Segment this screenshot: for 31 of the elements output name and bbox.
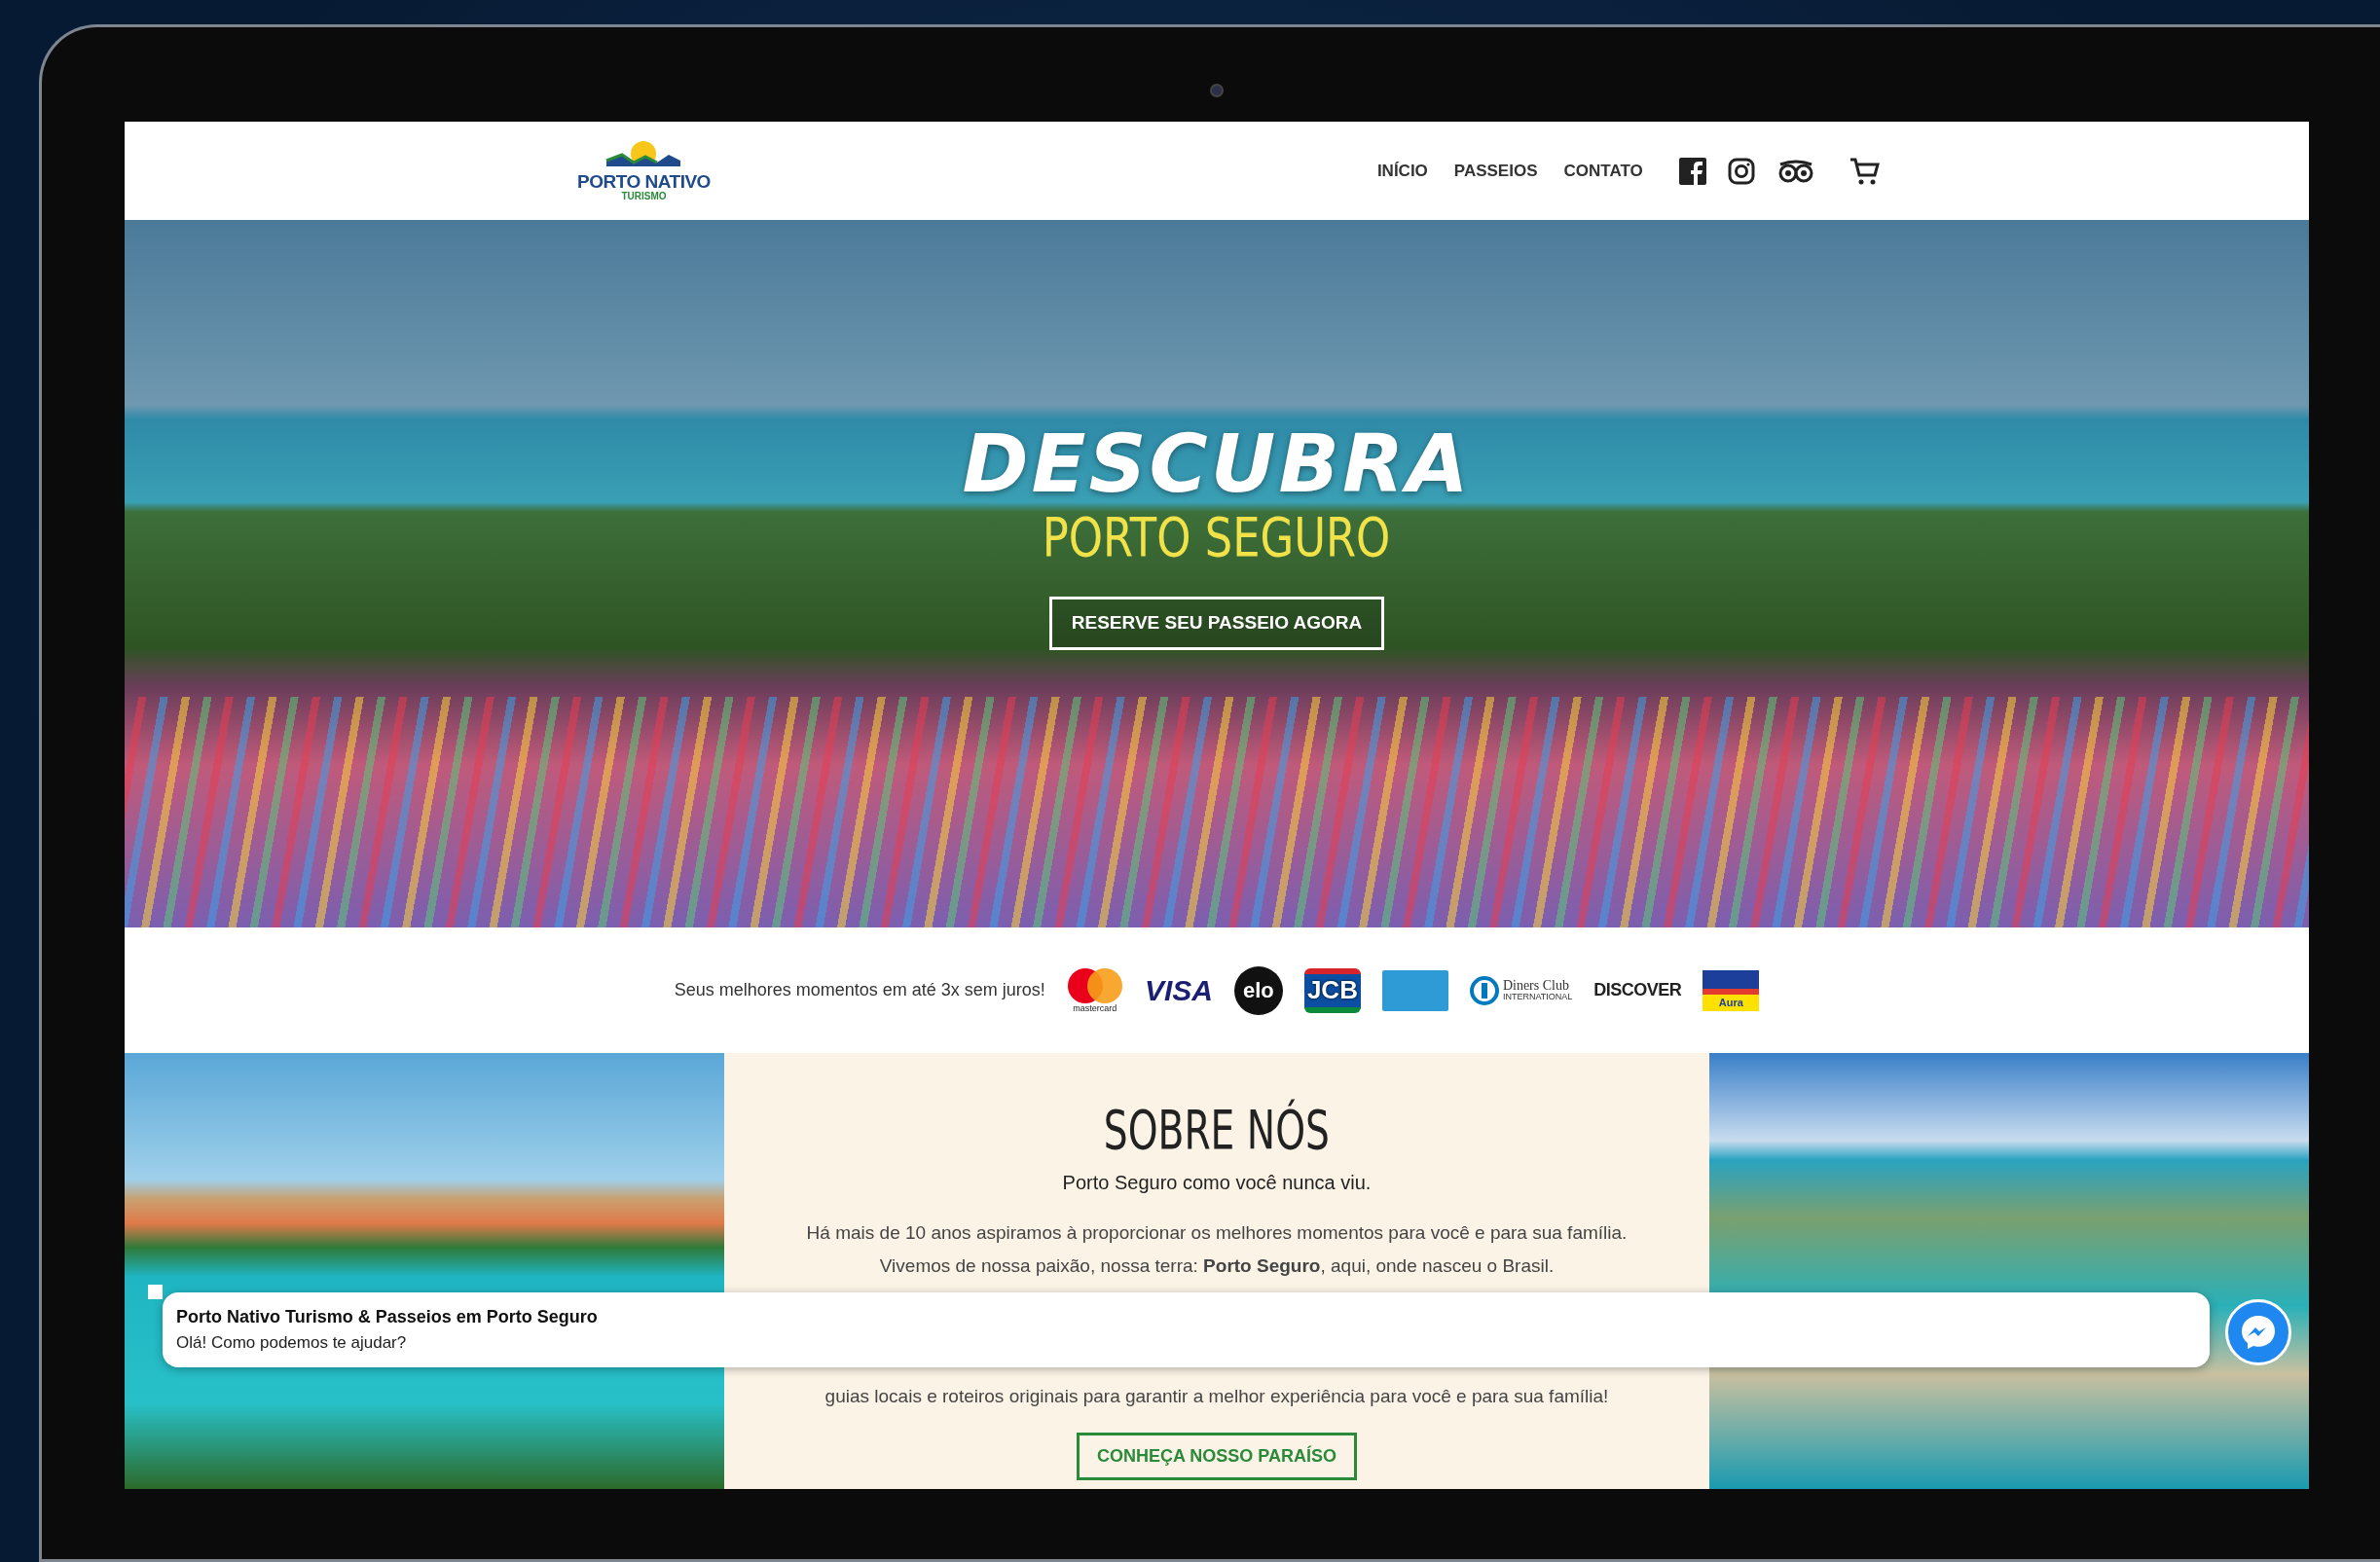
discover-logo: DISCOVER bbox=[1593, 979, 1682, 1001]
about-heading: SOBRE NÓS bbox=[1103, 1100, 1331, 1160]
about-button[interactable]: CONHEÇA NOSSO PARAÍSO bbox=[1077, 1432, 1357, 1480]
about-text: guias locais e roteiros originais para garantir a melhor experiência para você e para sua família! bbox=[824, 1384, 1609, 1408]
chat-title: Porto Nativo Turismo & Passeios em Porto Seguro bbox=[176, 1306, 599, 1328]
amex-logo bbox=[1381, 969, 1448, 1011]
camera-lens bbox=[1210, 84, 1224, 97]
hero-title: DESCUBRA bbox=[962, 424, 1472, 504]
facebook-icon[interactable] bbox=[1678, 157, 1706, 185]
cart-icon[interactable] bbox=[1848, 156, 1880, 186]
about-text: Vivemos de nossa paixão, nossa terra: Porto Seguro, aqui, onde nasceu o Brasil. bbox=[879, 1253, 1555, 1278]
aura-logo: Aura bbox=[1703, 969, 1760, 1011]
chat-message: Olá! Como podemos te ajudar? bbox=[176, 1332, 408, 1354]
nav-link[interactable]: CONTATO bbox=[1563, 158, 1643, 184]
about-text: Há mais de 10 anos aspiramos à proporcionar os melhores momentos para você e para sua família. bbox=[806, 1220, 1628, 1245]
reserve-button[interactable]: RESERVE SEU PASSEIO AGORA bbox=[1048, 597, 1385, 650]
about-tagline: Porto Seguro como você nunca viu. bbox=[1062, 1170, 1372, 1195]
hero-subtitle: PORTO SEGURO bbox=[1043, 504, 1391, 570]
nav-link[interactable]: INÍCIO bbox=[1376, 158, 1428, 184]
elo-logo: elo bbox=[1233, 965, 1283, 1015]
mastercard-logo: mastercard bbox=[1066, 967, 1123, 1013]
instagram-icon[interactable] bbox=[1727, 157, 1755, 185]
chat-bubble[interactable]: Porto Nativo Turismo & Passeios em Porto Seguro Olá! Como podemos te ajudar? bbox=[163, 1292, 2210, 1367]
payment-text: Seus melhores momentos em até 3x sem juros! bbox=[674, 979, 1045, 1001]
checkbox-square bbox=[148, 1285, 163, 1299]
visa-logo: VISA bbox=[1144, 973, 1213, 1008]
logo[interactable]: PORTO NATIVO TURISMO bbox=[577, 137, 711, 204]
nav-link[interactable]: PASSEIOS bbox=[1453, 158, 1538, 184]
jcb-logo: JCB bbox=[1303, 967, 1361, 1013]
diners-club-logo: Diners Club INTERNATIONAL bbox=[1469, 975, 1573, 1005]
messenger-icon bbox=[2239, 1313, 2278, 1352]
